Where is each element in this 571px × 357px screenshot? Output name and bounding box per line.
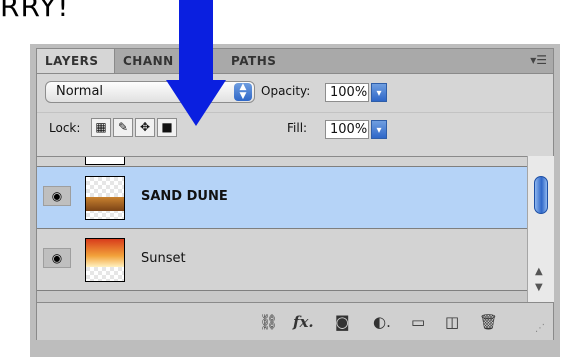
scrollbar-thumb[interactable] [534, 176, 548, 214]
mask-icon[interactable]: ◙ [335, 312, 350, 332]
lock-row: Lock: ▦ ✎ ✥ ■ Fill: 100% ▾ [37, 112, 553, 143]
opacity-label: Opacity: [261, 84, 311, 98]
layer-thumbnail [85, 238, 125, 282]
layer-name: Sunset [141, 251, 186, 266]
lock-label: Lock: [49, 121, 81, 135]
panel-bottom-toolbar: ⛓ fx. ◙ ◐. ▭ ◫ 🗑 ⋰ [37, 302, 553, 340]
opacity-input[interactable]: 100% [325, 83, 369, 102]
fx-icon[interactable]: fx. [293, 312, 314, 332]
layer-name: SAND DUNE [141, 189, 228, 204]
fill-dropdown-icon[interactable]: ▾ [371, 120, 387, 139]
link-icon[interactable]: ⛓ [259, 312, 278, 332]
adjustment-icon[interactable]: ◐. [373, 312, 391, 332]
tab-paths[interactable]: PATHS [223, 49, 293, 73]
folder-icon[interactable]: ▭ [411, 312, 425, 332]
layer-partial-row[interactable] [37, 157, 527, 167]
tab-layers[interactable]: LAYERS [37, 49, 115, 73]
opacity-dropdown-icon[interactable]: ▾ [371, 83, 387, 102]
updown-arrow-icon: ▲ ▼ [234, 83, 252, 101]
new-layer-icon[interactable]: ◫ [445, 312, 459, 332]
lock-brush-icon[interactable]: ✎ [113, 118, 133, 137]
panel-menu-icon[interactable]: ▾☰ [530, 53, 547, 67]
layers-scrollbar[interactable]: ▲ ▼ [527, 156, 554, 302]
blend-row: Normal ▲ ▼ Opacity: 100% ▾ [37, 75, 553, 109]
blue-arrow-head [166, 80, 226, 126]
fill-input[interactable]: 100% [325, 120, 369, 139]
scroll-down-icon[interactable]: ▼ [535, 282, 543, 293]
lock-move-icon[interactable]: ✥ [135, 118, 155, 137]
eye-icon[interactable]: ◉ [43, 248, 71, 268]
layers-panel: LAYERS CHANN PATHS ▾☰ Normal ▲ ▼ Opacity:… [30, 44, 560, 357]
blue-arrow-shaft [179, 0, 213, 82]
scroll-up-icon[interactable]: ▲ [535, 266, 543, 277]
lock-transparent-icon[interactable]: ▦ [91, 118, 111, 137]
resize-grip-icon[interactable]: ⋰ [535, 319, 545, 339]
eye-icon[interactable]: ◉ [43, 186, 71, 206]
layer-thumbnail [85, 157, 125, 165]
panel-tabs: LAYERS CHANN PATHS ▾☰ [37, 49, 553, 74]
caption-text: RRY! [0, 0, 70, 23]
panel-frame: LAYERS CHANN PATHS ▾☰ Normal ▲ ▼ Opacity:… [36, 48, 554, 340]
layer-row-sand-dune[interactable]: ◉ SAND DUNE [37, 167, 527, 229]
layer-thumbnail [85, 176, 125, 220]
layers-list: ◉ SAND DUNE ◉ Sunset [37, 156, 527, 303]
blend-mode-value: Normal [56, 84, 104, 99]
fill-label: Fill: [287, 121, 308, 135]
layer-row-sunset[interactable]: ◉ Sunset [37, 229, 527, 291]
trash-icon[interactable]: 🗑 [479, 312, 498, 332]
